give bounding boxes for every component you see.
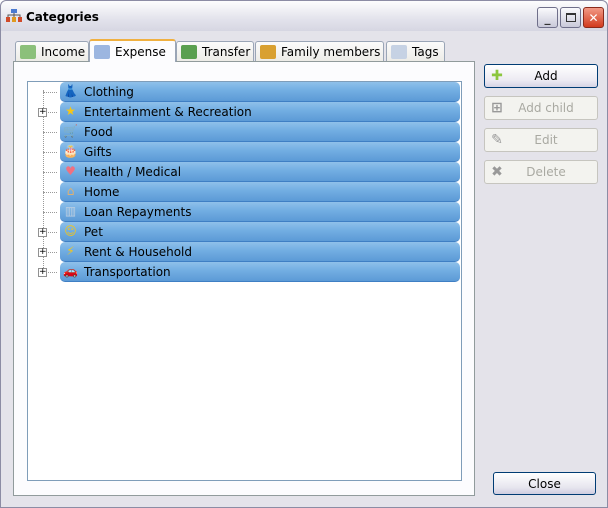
tab-income[interactable]: Income (15, 41, 89, 62)
edit-label: Edit (534, 133, 558, 147)
title-bar[interactable]: Categories _ ✕ (1, 1, 607, 31)
tree-connector (43, 92, 57, 93)
edit-icon: ✎ (491, 132, 503, 148)
tab-label: Tags (412, 45, 439, 59)
family-icon (260, 45, 276, 59)
category-item[interactable]: 👗 Clothing (60, 82, 460, 102)
minimize-icon: _ (544, 10, 551, 25)
delete-label: Delete (526, 165, 566, 179)
expense-tab-panel: 👗 Clothing + ★ Entertainment & Recreation 🛒 Fo… (13, 61, 475, 496)
house-icon: ⌂ (66, 184, 75, 198)
category-item[interactable]: ☺ Pet (60, 222, 460, 242)
building-icon: ▥ (64, 204, 77, 218)
tab-label: Income (41, 45, 86, 59)
cart-icon: 🛒 (63, 124, 78, 138)
category-label: Transportation (84, 264, 171, 279)
delete-icon: ✖ (491, 164, 503, 180)
tree-connector (43, 132, 57, 133)
tree-connector (43, 152, 57, 153)
expand-toggle[interactable]: + (38, 268, 47, 277)
star-icon: ★ (65, 104, 76, 118)
tab-label: Family members (281, 45, 381, 59)
tab-transfer[interactable]: Transfer (176, 41, 254, 62)
plus-icon: ✚ (491, 68, 503, 84)
tree-connector (43, 192, 57, 193)
cake-icon: 🎂 (63, 144, 78, 158)
category-item[interactable]: ⌂ Home (60, 182, 460, 202)
category-tree[interactable]: 👗 Clothing + ★ Entertainment & Recreation 🛒 Fo… (27, 81, 462, 481)
tab-label: Transfer (202, 45, 251, 59)
transfer-icon (181, 45, 197, 59)
delete-button[interactable]: ✖ Delete (484, 160, 598, 184)
smiley-icon: ☺ (64, 224, 77, 238)
tab-tags[interactable]: Tags (386, 41, 445, 62)
tag-icon (391, 45, 407, 59)
tab-label: Expense (115, 44, 166, 59)
category-item[interactable]: ♥ Health / Medical (60, 162, 460, 182)
add-child-button[interactable]: ⊞ Add child (484, 96, 598, 120)
category-item[interactable]: ★ Entertainment & Recreation (60, 102, 460, 122)
minimize-button[interactable]: _ (537, 7, 558, 28)
close-icon: ✕ (588, 10, 599, 25)
category-item[interactable]: 🛒 Food (60, 122, 460, 142)
window-title: Categories (26, 10, 99, 24)
category-label: Gifts (84, 144, 112, 159)
income-icon (20, 45, 36, 59)
car-icon: 🚗 (63, 264, 78, 278)
category-label: Clothing (84, 84, 134, 99)
tree-connector (43, 212, 57, 213)
category-label: Loan Repayments (84, 204, 192, 219)
close-button[interactable]: Close (493, 472, 596, 495)
category-item[interactable]: ⚡ Rent & Household (60, 242, 460, 262)
tab-expense[interactable]: Expense (89, 39, 176, 62)
tree-connector (43, 172, 57, 173)
tab-family-members[interactable]: Family members (255, 41, 384, 62)
category-item[interactable]: 🚗 Transportation (60, 262, 460, 282)
expand-toggle[interactable]: + (38, 228, 47, 237)
tree-line (43, 90, 44, 270)
expand-toggle[interactable]: + (38, 108, 47, 117)
category-label: Rent & Household (84, 244, 192, 259)
heart-icon: ♥ (65, 164, 76, 178)
edit-button[interactable]: ✎ Edit (484, 128, 598, 152)
category-item[interactable]: ▥ Loan Repayments (60, 202, 460, 222)
category-label: Pet (84, 224, 103, 239)
maximize-icon (565, 13, 576, 22)
category-label: Health / Medical (84, 164, 182, 179)
maximize-button[interactable] (560, 7, 581, 28)
close-window-button[interactable]: ✕ (583, 7, 604, 28)
add-child-icon: ⊞ (491, 100, 503, 116)
add-button[interactable]: ✚ Add (484, 64, 598, 88)
categories-window: Categories _ ✕ Income Expense Transfer F… (0, 0, 608, 508)
category-label: Home (84, 184, 120, 199)
expense-icon (94, 44, 110, 59)
lightning-icon: ⚡ (66, 244, 75, 258)
categories-icon (6, 9, 22, 22)
add-child-label: Add child (518, 101, 574, 115)
expand-toggle[interactable]: + (38, 248, 47, 257)
category-item[interactable]: 🎂 Gifts (60, 142, 460, 162)
add-label: Add (534, 69, 558, 83)
category-label: Food (84, 124, 113, 139)
category-label: Entertainment & Recreation (84, 104, 252, 119)
clothing-icon: 👗 (63, 84, 78, 98)
